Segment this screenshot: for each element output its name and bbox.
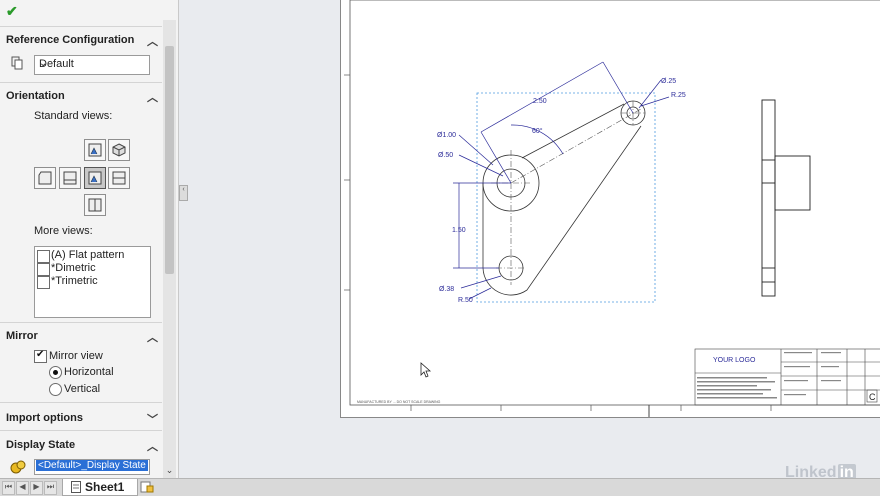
reference-configuration-title: Reference Configuration — [6, 34, 135, 46]
drawing-canvas: 2.50 60° Ø1.00 Ø.50 Ø.25 R.25 1.50 Ø.38 … — [344, 0, 880, 417]
vertical-label: Vertical — [64, 383, 101, 395]
top-view-button[interactable] — [84, 167, 106, 189]
divider — [0, 430, 162, 431]
list-item-label: *Trimetric — [51, 275, 98, 287]
dim-2-50: 2.50 — [533, 98, 547, 105]
chevron-up-icon[interactable]: ︿ — [147, 329, 158, 345]
dim-r-0-50: R.50 — [458, 297, 473, 304]
side-view — [761, 99, 811, 297]
divider — [0, 322, 162, 323]
display-state-icon — [10, 460, 26, 477]
footer-note: MANUFACTURED BY ... DO NOT SCALE DRAWING — [357, 400, 441, 404]
property-manager-scrollbar[interactable]: ⌄ — [163, 20, 176, 478]
display-state-title: Display State — [6, 439, 76, 451]
display-state-header[interactable]: Display State ︿ — [0, 437, 162, 455]
list-item-label: (A) Flat pattern — [51, 249, 125, 261]
centerlines — [491, 101, 645, 285]
chevron-up-icon[interactable]: ︿ — [147, 89, 158, 105]
vertical-radio[interactable] — [49, 383, 62, 396]
mirror-header[interactable]: Mirror ︿ — [0, 328, 162, 346]
title-block-size: C — [869, 392, 876, 402]
add-sheet-icon[interactable] — [140, 481, 154, 496]
dim-dia-0-25: Ø.25 — [661, 78, 676, 85]
import-options-title: Import options — [6, 412, 83, 424]
scrollbar-thumb[interactable] — [165, 46, 174, 274]
trimetric-checkbox[interactable] — [37, 276, 50, 289]
isometric-view-button[interactable] — [108, 139, 130, 161]
divider — [0, 26, 162, 27]
dim-1-50: 1.50 — [452, 227, 466, 234]
dim-angle-60: 60° — [532, 127, 543, 135]
divider — [0, 82, 162, 83]
ok-checkmark-icon[interactable]: ✔ — [6, 3, 18, 20]
next-sheet-icon[interactable]: ▶ — [30, 481, 43, 495]
dim-dia-0-38: Ø.38 — [439, 286, 454, 293]
panel-splitter-handle[interactable]: ‹ — [179, 185, 188, 201]
flat-pattern-checkbox[interactable] — [37, 250, 50, 263]
mirror-view-label: Mirror view — [49, 350, 103, 362]
back-view-button[interactable] — [84, 139, 106, 161]
dim-dia-0-50: Ø.50 — [438, 152, 453, 159]
display-state-value: <Default>_Display State — [36, 460, 148, 471]
chevron-up-icon[interactable]: ︿ — [147, 438, 158, 454]
mouse-pointer-icon — [420, 362, 432, 381]
chevron-down-icon[interactable]: ﹀ — [147, 411, 158, 427]
property-manager: ✔ Reference Configuration ︿ Default ⌄ Or… — [0, 0, 179, 478]
mirror-title: Mirror — [6, 330, 38, 342]
standard-views-label: Standard views: — [34, 110, 113, 122]
part-outline — [482, 100, 646, 296]
right-view-button[interactable] — [108, 167, 130, 189]
more-views-label: More views: — [34, 225, 93, 237]
sheet-border — [349, 0, 880, 406]
import-options-header[interactable]: Import options ﹀ — [0, 410, 162, 428]
dimension-lines — [453, 61, 670, 300]
dimetric-checkbox[interactable] — [37, 263, 50, 276]
reference-configuration-select[interactable]: Default ⌄ — [34, 55, 150, 75]
dim-r-0-25: R.25 — [671, 92, 686, 99]
title-block-logo: YOUR LOGO — [713, 357, 756, 364]
tab-sheet1[interactable]: Sheet1 — [62, 479, 138, 496]
display-state-field[interactable]: <Default>_Display State — [34, 459, 150, 475]
first-sheet-icon[interactable]: ⏮ — [2, 481, 15, 495]
tab-label: Sheet1 — [85, 480, 125, 494]
left-view-button[interactable] — [34, 167, 56, 189]
dimension-texts: 2.50 60° Ø1.00 Ø.50 Ø.25 R.25 1.50 Ø.38 … — [437, 78, 686, 304]
dim-dia-1-00: Ø1.00 — [437, 132, 456, 139]
orientation-header[interactable]: Orientation ︿ — [0, 88, 162, 106]
front-view-button[interactable] — [59, 167, 81, 189]
horizontal-label: Horizontal — [64, 366, 114, 378]
configuration-icon — [11, 56, 23, 70]
last-sheet-icon[interactable]: ⏭ — [44, 481, 57, 495]
list-item-label: *Dimetric — [51, 262, 96, 274]
chevron-down-icon: ⌄ — [39, 58, 48, 69]
previous-sheet-icon[interactable]: ◀ — [16, 481, 29, 495]
reference-configuration-header[interactable]: Reference Configuration ︿ — [0, 32, 162, 50]
bottom-view-button[interactable] — [84, 194, 106, 216]
zone-ticks — [344, 74, 772, 411]
drawing-sheet[interactable]: 2.50 60° Ø1.00 Ø.50 Ø.25 R.25 1.50 Ø.38 … — [340, 0, 880, 418]
sheet-icon — [71, 481, 81, 496]
chevron-up-icon[interactable]: ︿ — [147, 33, 158, 49]
orientation-title: Orientation — [6, 90, 65, 102]
chevron-down-icon[interactable]: ⌄ — [163, 465, 176, 476]
mirror-view-checkbox[interactable] — [34, 349, 47, 363]
more-views-list: (A) Flat pattern *Dimetric *Trimetric — [34, 246, 151, 318]
horizontal-radio[interactable] — [49, 366, 62, 379]
sheet-tab-bar: ⏮ ◀ ▶ ⏭ Sheet1 — [0, 478, 880, 496]
divider — [0, 402, 162, 403]
